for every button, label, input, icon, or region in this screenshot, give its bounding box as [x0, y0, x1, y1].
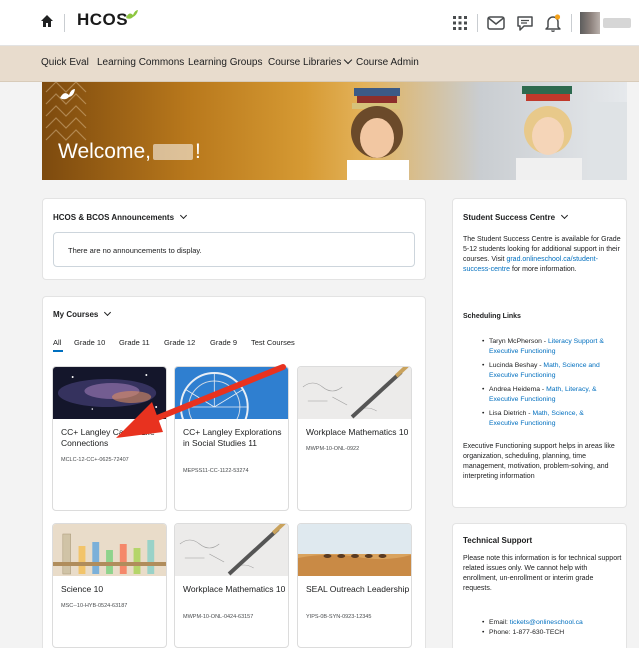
- email-label: Email:: [489, 619, 508, 626]
- nav-bar: Quick Eval Learning Commons Learning Gro…: [0, 46, 639, 82]
- welcome-banner: Welcome,!: [42, 82, 627, 180]
- nav-item-learning-commons[interactable]: Learning Commons: [97, 57, 184, 68]
- contact-name: Andrea Heidema: [489, 386, 541, 393]
- scheduling-links-heading: Scheduling Links: [463, 313, 521, 320]
- home-icon[interactable]: [40, 14, 54, 28]
- my-courses-title-text: My Courses: [53, 310, 99, 319]
- divider: [571, 14, 572, 32]
- course-name: SEAL Outreach Leadership: [306, 584, 410, 594]
- tab-grade-12[interactable]: Grade 12: [164, 338, 195, 347]
- intro-end-text: for more information.: [512, 266, 577, 273]
- bell-icon[interactable]: [543, 13, 563, 33]
- tab-all[interactable]: All: [53, 338, 61, 347]
- course-code: MCLC-12-CC+-0625-72407: [61, 457, 129, 463]
- divider: [477, 14, 478, 32]
- redacted-name: [152, 144, 193, 161]
- nav-item-course-libraries[interactable]: Course Libraries: [268, 55, 353, 68]
- nav-item-quick-eval[interactable]: Quick Eval: [41, 57, 89, 68]
- tab-grade-9[interactable]: Grade 9: [210, 338, 237, 347]
- contact-item: Lisa Dietrich - Math, Science, & Executi…: [482, 409, 615, 428]
- nav-item-course-admin[interactable]: Course Admin: [356, 57, 419, 68]
- student-success-widget: Student Success Centre The Student Succe…: [452, 198, 627, 508]
- course-tile[interactable]: Workplace Mathematics 10 MWPM-10-ONL-092…: [297, 366, 412, 511]
- announcements-title-text: HCOS & BCOS Announcements: [53, 213, 175, 222]
- support-phone: Phone: 1-877-630-TECH: [482, 628, 624, 638]
- chevron-down-icon: [560, 211, 569, 220]
- contact-name: Lucinda Beshay: [489, 362, 538, 369]
- announcements-widget: HCOS & BCOS Announcements There are no a…: [42, 198, 426, 280]
- welcome-prefix: Welcome,: [58, 140, 151, 163]
- support-email-link[interactable]: tickets@onlineschool.ca: [510, 619, 583, 626]
- announcements-title[interactable]: HCOS & BCOS Announcements: [53, 211, 188, 222]
- tab-grade-10[interactable]: Grade 10: [74, 338, 105, 347]
- student-success-intro: The Student Success Centre is available …: [463, 235, 623, 275]
- course-name: Workplace Mathematics 10: [306, 427, 409, 437]
- mail-icon[interactable]: [486, 13, 506, 33]
- course-image-test-tubes: [53, 524, 166, 576]
- course-tile[interactable]: Workplace Mathematics 10 MWPM-10-ONL-042…: [174, 523, 289, 648]
- username-redacted[interactable]: [603, 18, 631, 28]
- active-tab-indicator: [53, 350, 63, 352]
- executive-functioning-note: Executive Functioning support helps in a…: [463, 443, 615, 480]
- course-tile[interactable]: Science 10 MSC--10-HYB-0524-63187: [52, 523, 167, 648]
- support-email: Email: tickets@onlineschool.ca: [482, 618, 624, 628]
- nav-item-learning-groups[interactable]: Learning Groups: [188, 57, 263, 68]
- course-code: MWPM-10-ONL-0922: [306, 446, 360, 452]
- course-name: Workplace Mathematics 10: [183, 584, 286, 594]
- tab-grade-11[interactable]: Grade 11: [119, 338, 150, 347]
- waffle-grid-icon[interactable]: [450, 13, 470, 33]
- course-tile[interactable]: CC+ Langley Explorations in Social Studi…: [174, 366, 289, 511]
- course-code: YIPS-0B-SYN-0923-12345: [306, 614, 372, 620]
- student-success-title[interactable]: Student Success Centre: [463, 211, 569, 222]
- course-image-galaxy: [53, 367, 166, 419]
- leaf-icon: [126, 10, 138, 19]
- student-success-title-text: Student Success Centre: [463, 213, 556, 222]
- course-image-desert-caravan: [298, 524, 411, 576]
- welcome-heading: Welcome,!: [58, 140, 201, 164]
- contact-item: Lucinda Beshay - Math, Science and Execu…: [482, 361, 615, 380]
- technical-support-text: Please note this information is for tech…: [463, 555, 622, 592]
- nav-item-label: Course Libraries: [268, 57, 342, 68]
- chevron-down-icon: [344, 55, 353, 65]
- contact-name: Taryn McPherson: [489, 338, 542, 345]
- course-name: CC+ Langley Explorations in Social Studi…: [183, 427, 282, 448]
- divider: [64, 14, 65, 32]
- chevron-down-icon: [180, 211, 188, 220]
- my-courses-title[interactable]: My Courses: [53, 308, 112, 319]
- phone-label: Phone:: [489, 629, 511, 636]
- course-tile[interactable]: SEAL Outreach Leadership YIPS-0B-SYN-092…: [297, 523, 412, 648]
- banner-illustration: [45, 82, 627, 180]
- hcos-logo[interactable]: HCOS: [77, 10, 128, 30]
- course-image-ferris-wheel: [175, 367, 288, 419]
- course-name: Science 10: [61, 584, 104, 594]
- top-bar: HCOS: [0, 0, 639, 46]
- contact-item: Taryn McPherson - Literacy Support & Exe…: [482, 337, 615, 356]
- chat-icon[interactable]: [515, 13, 535, 33]
- announcements-empty-text: There are no announcements to display.: [68, 246, 202, 255]
- avatar[interactable]: [580, 12, 600, 34]
- chevron-down-icon: [104, 308, 112, 317]
- contact-item: Andrea Heidema - Math, Literacy, & Execu…: [482, 385, 619, 404]
- course-tile[interactable]: CC+ Langley Career Life Connections MCLC…: [52, 366, 167, 511]
- tab-test-courses[interactable]: Test Courses: [251, 338, 295, 347]
- course-code: MWPM-10-ONL-0424-63157: [183, 614, 254, 620]
- technical-support-title: Technical Support: [463, 536, 533, 545]
- announcements-box: There are no announcements to display.: [53, 232, 415, 267]
- support-phone-number: 1-877-630-TECH: [512, 629, 565, 636]
- contact-name: Lisa Dietrich: [489, 410, 527, 417]
- course-name: CC+ Langley Career Life Connections: [61, 427, 155, 448]
- course-code: MEPSS11-CC-1122-53274: [183, 468, 249, 474]
- course-image-math-pencil: [298, 367, 411, 419]
- course-image-math-pencil: [175, 524, 288, 576]
- technical-support-widget: Technical Support Please note this infor…: [452, 523, 627, 648]
- welcome-suffix: !: [194, 140, 201, 163]
- course-code: MSC--10-HYB-0524-63187: [61, 603, 128, 609]
